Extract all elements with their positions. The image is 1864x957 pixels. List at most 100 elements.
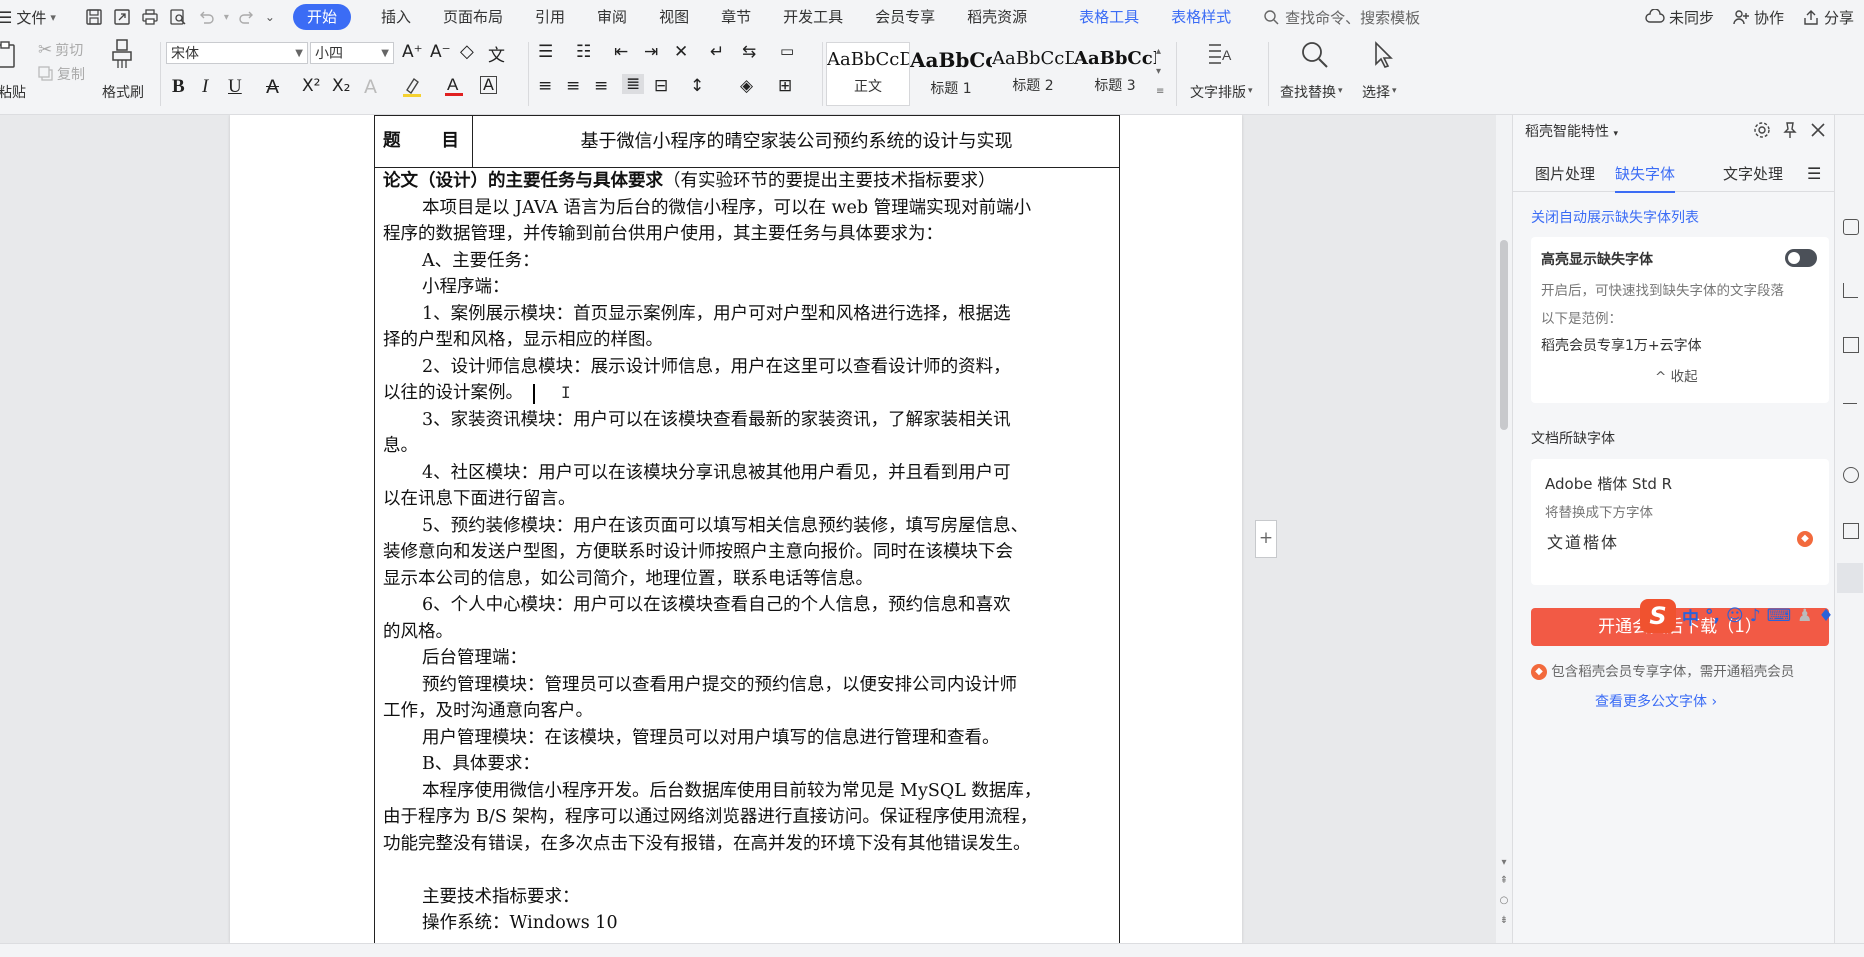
font-size-select[interactable]: 小四 ▼ <box>310 42 394 64</box>
gear-icon[interactable] <box>1753 121 1771 139</box>
tab-page-layout[interactable]: 页面布局 <box>427 4 519 30</box>
tab-review[interactable]: 审阅 <box>581 4 643 30</box>
find-replace-button[interactable] <box>1300 40 1330 70</box>
collapse-button[interactable]: ^ 收起 <box>1655 365 1698 385</box>
bullet-list-icon[interactable]: ☰ <box>538 42 553 62</box>
tab-view[interactable]: 视图 <box>643 4 705 30</box>
tab-docer-resources[interactable]: 稻壳资源 <box>951 4 1043 30</box>
document-page[interactable]: 题 目 基于微信小程序的晴空家装公司预约系统的设计与实现 论文（设计）的主要任务… <box>230 115 1277 943</box>
shrink-font-icon[interactable]: A⁻ <box>430 42 451 62</box>
emoji-icon[interactable]: ☺ <box>1726 606 1744 626</box>
font-name-select[interactable]: 宋体 ▼ <box>166 42 308 64</box>
backup-icon[interactable] <box>1843 523 1859 539</box>
close-icon[interactable] <box>1809 121 1827 139</box>
panel-tab-text[interactable]: 文字处理 <box>1723 159 1783 191</box>
customize-toolbar-icon[interactable]: ⌄ <box>265 10 275 24</box>
ime-language[interactable]: 中 <box>1682 604 1699 629</box>
distributed-icon[interactable]: ⊟ <box>654 76 668 96</box>
style-icon[interactable] <box>1843 403 1857 418</box>
tab-member[interactable]: 会员专享 <box>859 4 951 30</box>
style-heading-1[interactable]: AaBbCc 标题 1 <box>910 42 992 104</box>
subscript-icon[interactable]: X₂ <box>332 76 350 96</box>
font-color-icon[interactable]: A <box>444 74 464 103</box>
tab-references[interactable]: 引用 <box>519 4 581 30</box>
file-menu[interactable]: ☰ 文件 ▾ <box>0 7 62 28</box>
user-icon[interactable]: ♟ <box>1797 606 1812 626</box>
smart-feature-icon[interactable] <box>1837 563 1863 593</box>
justify-icon[interactable]: ≣ <box>622 74 645 94</box>
more-fonts-link[interactable]: 查看更多公文字体 › <box>1595 691 1717 711</box>
highlight-icon[interactable] <box>402 76 422 103</box>
tab-developer[interactable]: 开发工具 <box>767 4 859 30</box>
tab-insert[interactable]: 插入 <box>365 4 427 30</box>
close-auto-show-link[interactable]: 关闭自动展示缺失字体列表 <box>1531 207 1699 227</box>
pin-icon[interactable] <box>1781 121 1799 139</box>
grow-font-icon[interactable]: A⁺ <box>402 42 423 62</box>
title-label-cell[interactable]: 题 目 <box>375 116 473 167</box>
format-icon[interactable] <box>1843 283 1858 298</box>
paste-button[interactable] <box>0 40 20 70</box>
punctuation-icon[interactable]: °, <box>1705 606 1720 626</box>
redo-icon[interactable] <box>237 7 257 27</box>
line-spacing-icon[interactable]: ↕ <box>690 76 704 96</box>
numbered-list-icon[interactable]: ☷ <box>576 42 591 62</box>
tab-table-style[interactable]: 表格样式 <box>1155 4 1247 30</box>
text-layout-button[interactable]: A <box>1206 40 1236 70</box>
select-icon[interactable] <box>1843 219 1859 235</box>
tab-table-tools[interactable]: 表格工具 <box>1063 4 1155 30</box>
scrollbar-thumb[interactable] <box>1500 240 1508 430</box>
select-browse-object-icon[interactable]: ○ <box>1498 895 1510 906</box>
clear-format-icon[interactable]: ◇ <box>460 41 474 62</box>
sync-button[interactable]: 未同步 <box>1645 7 1714 28</box>
microphone-icon[interactable]: ♪ <box>1750 606 1761 626</box>
bold-icon[interactable]: B <box>172 76 185 98</box>
style-heading-2[interactable]: AaBbCcD 标题 2 <box>992 42 1074 104</box>
history-icon[interactable] <box>1843 467 1859 483</box>
highlight-toggle[interactable] <box>1785 249 1817 267</box>
document-area[interactable]: 题 目 基于微信小程序的晴空家装公司预约系统的设计与实现 论文（设计）的主要任务… <box>0 115 1500 943</box>
cut-button[interactable]: ✂ 剪切 <box>38 40 83 60</box>
keyboard-icon[interactable]: ⌨ <box>1767 606 1792 626</box>
sogou-logo-icon[interactable]: S <box>1640 599 1676 633</box>
ruler-icon[interactable]: ▭ <box>780 42 794 60</box>
increase-indent-icon[interactable]: ⇥ <box>644 42 658 62</box>
share-button[interactable]: 分享 <box>1802 7 1854 28</box>
command-search[interactable]: 查找命令、搜索模板 <box>1263 7 1420 28</box>
style-normal[interactable]: AaBbCcD 正文 <box>826 42 910 106</box>
phonetic-guide-icon[interactable]: 文 <box>488 41 505 66</box>
shape-icon[interactable] <box>1843 337 1859 353</box>
panel-header[interactable]: 稻壳智能特性 ▾ <box>1525 121 1618 141</box>
shading-icon[interactable]: ◈ <box>740 76 753 96</box>
align-center-icon[interactable]: ≡ <box>566 76 580 96</box>
print-icon[interactable] <box>140 7 160 27</box>
copy-button[interactable]: 复制 <box>38 64 85 84</box>
tab-section[interactable]: 章节 <box>705 4 767 30</box>
character-border-icon[interactable]: A <box>480 76 497 94</box>
style-gallery-scroll[interactable]: ▴ ▾ ≡ <box>1156 42 1164 102</box>
next-page-icon[interactable]: ⇟ <box>1498 915 1510 926</box>
panel-tab-missing-fonts[interactable]: 缺失字体 <box>1615 159 1676 193</box>
chinese-layout-icon[interactable]: ✕ <box>674 42 688 62</box>
italic-icon[interactable]: I <box>202 76 208 98</box>
collaborate-button[interactable]: 协作 <box>1732 7 1784 28</box>
save-icon[interactable] <box>84 7 104 27</box>
vertical-scrollbar[interactable]: ▾ ⇞ ○ ⇟ <box>1496 115 1512 943</box>
align-right-icon[interactable]: ≡ <box>594 76 608 96</box>
style-heading-3[interactable]: AaBbCcD 标题 3 <box>1074 42 1156 104</box>
chevron-down-icon[interactable]: ▾ <box>224 12 229 23</box>
text-effect-icon[interactable]: A <box>364 76 377 98</box>
scroll-down-icon[interactable]: ▾ <box>1498 857 1510 868</box>
add-column-button[interactable]: + <box>1255 520 1277 558</box>
panel-tab-image[interactable]: 图片处理 <box>1535 159 1595 191</box>
tab-home[interactable]: 开始 <box>292 4 351 30</box>
ime-toolbar[interactable]: S 中 °, ☺ ♪ ⌨ ♟ ♦ <box>1640 596 1864 636</box>
print-preview-icon[interactable] <box>168 7 188 27</box>
strikethrough-icon[interactable]: A <box>266 76 279 98</box>
prev-page-icon[interactable]: ⇞ <box>1498 875 1510 886</box>
show-marks-icon[interactable]: ↵ <box>710 42 724 62</box>
align-left-icon[interactable]: ≡ <box>538 76 552 96</box>
superscript-icon[interactable]: X² <box>302 76 320 96</box>
sort-icon[interactable]: ⇆ <box>742 42 756 62</box>
export-pdf-icon[interactable] <box>112 7 132 27</box>
table-body-cell[interactable]: 论文（设计）的主要任务与具体要求（有实验环节的要提出主要技术指标要求） 本项目是… <box>383 168 1111 937</box>
